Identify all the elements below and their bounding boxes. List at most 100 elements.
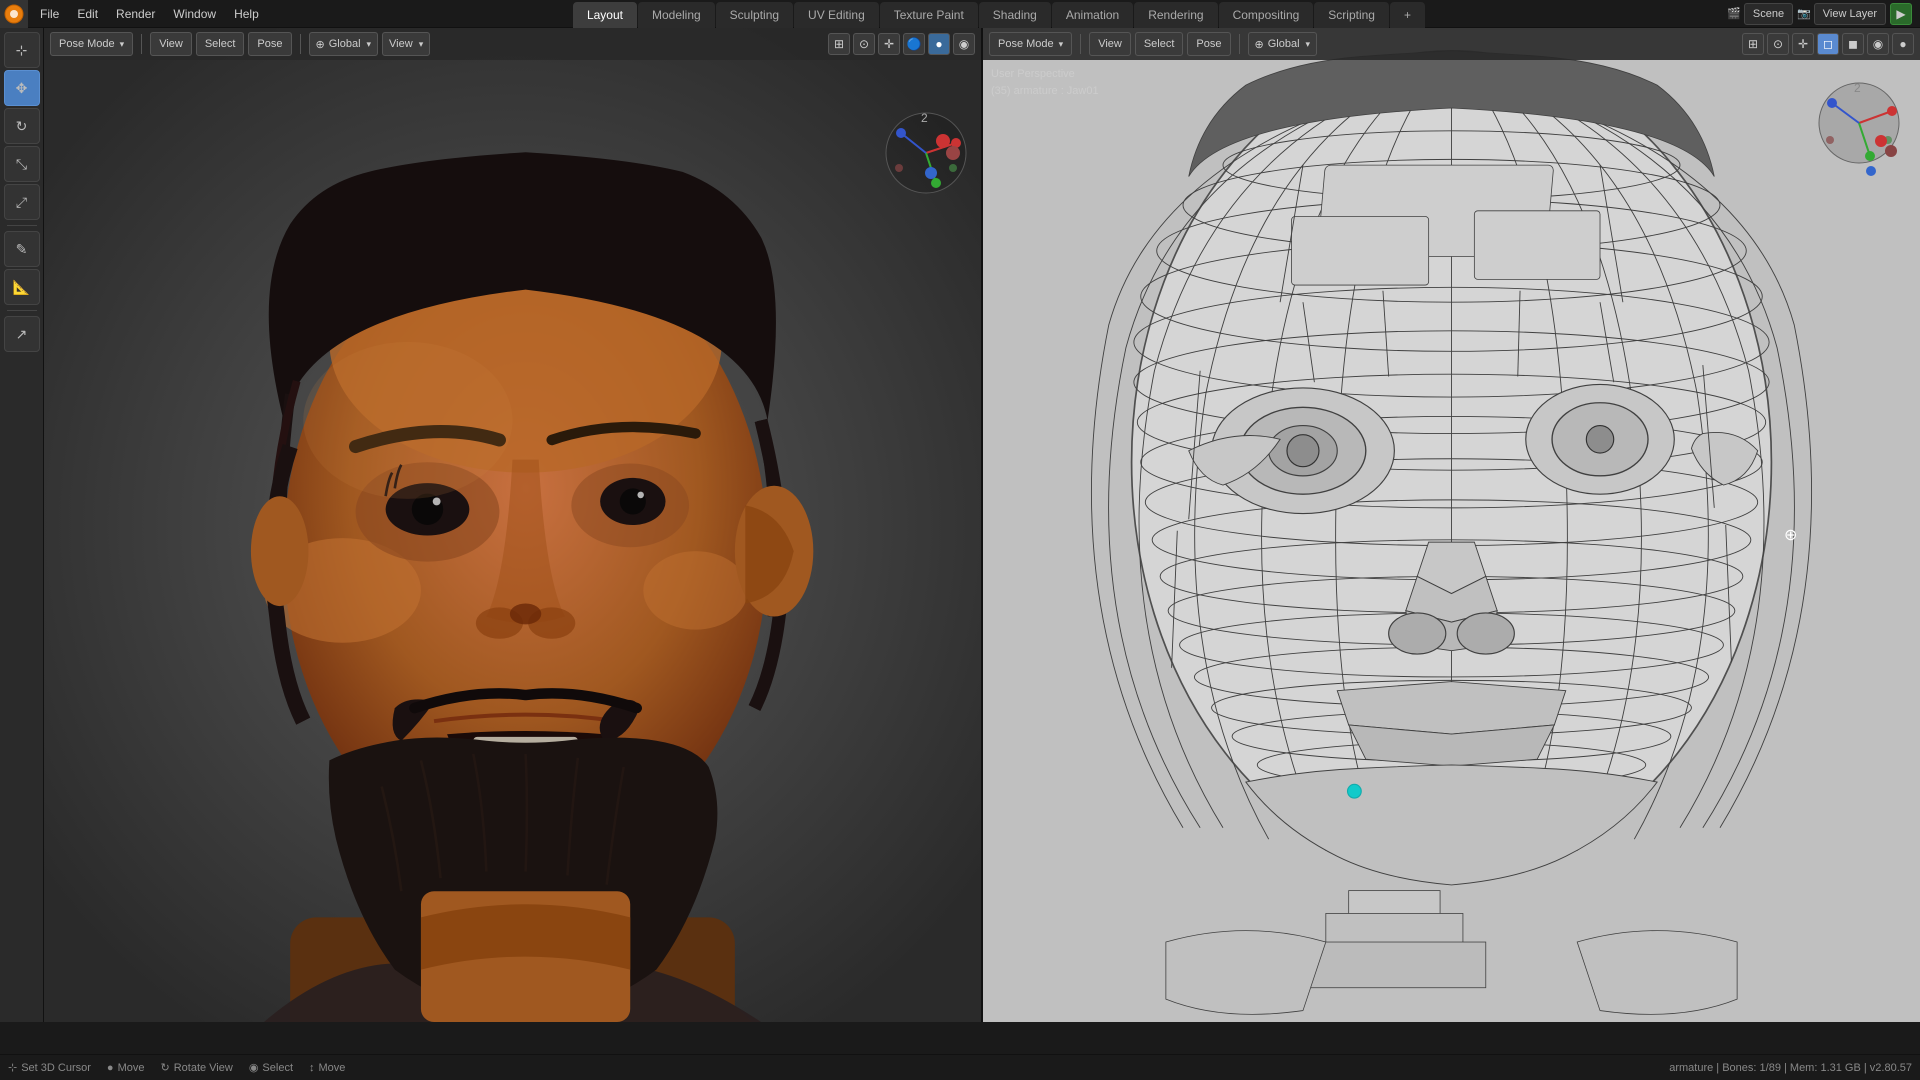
relations-tool[interactable]: ↗: [4, 316, 40, 352]
sep1: [141, 34, 142, 54]
vp-right-mode-dropdown: ▾: [1059, 39, 1064, 50]
menu-window[interactable]: Window: [165, 0, 224, 28]
vp-left-snap-btn[interactable]: View ▾: [382, 32, 430, 56]
move-status-label: Move: [118, 1062, 145, 1074]
rotate-status-label: Rotate View: [174, 1062, 233, 1074]
annotate-icon: ✎: [16, 241, 28, 258]
vp-left-pose-btn[interactable]: Pose: [248, 32, 291, 56]
vp-right-global-btn[interactable]: ⊕ Global ▾: [1248, 32, 1318, 56]
vp-left-header: Pose Mode ▾ View Select Pose ⊕ Global ▾: [44, 28, 981, 60]
global-dropdown-icon: ▾: [367, 39, 372, 50]
vp-right-grid-icon[interactable]: ⊞: [1742, 33, 1764, 55]
vp-right-subject: (35) armature : Jaw01: [991, 83, 1099, 100]
status-right-info: armature | Bones: 1/89 | Mem: 1.31 GB | …: [1669, 1062, 1912, 1074]
vp-right-sep2: [1239, 34, 1240, 54]
status-cursor: ⊹ Set 3D Cursor: [8, 1061, 91, 1074]
vp-right-wire-icon[interactable]: ◻: [1817, 33, 1839, 55]
vp-left-global-btn[interactable]: ⊕ Global ▾: [309, 32, 379, 56]
cursor-status-icon: ⊹: [8, 1061, 17, 1074]
vp-right-select-btn[interactable]: Select: [1135, 32, 1184, 56]
window-controls[interactable]: ▶: [1890, 3, 1912, 25]
main-menu: File Edit Render Window Help: [28, 0, 271, 28]
cursor-tool[interactable]: ⊹: [4, 32, 40, 68]
vp-right-solid-icon[interactable]: ◼: [1842, 33, 1864, 55]
cursor-status-label: Set 3D Cursor: [21, 1062, 91, 1074]
blender-logo: [0, 0, 28, 28]
wireframe-render: [983, 28, 1920, 1022]
svg-text:2: 2: [1854, 81, 1861, 95]
vp-right-pose-btn[interactable]: Pose: [1187, 32, 1230, 56]
view-layer-selector[interactable]: View Layer: [1814, 3, 1886, 25]
scale-tool[interactable]: ⤡: [4, 146, 40, 182]
viewport-right[interactable]: Pose Mode ▾ View Select Pose ⊕ Global ▾: [983, 28, 1920, 1022]
vp-left-mode-btn[interactable]: Pose Mode ▾: [50, 32, 133, 56]
annotate-tool[interactable]: ✎: [4, 231, 40, 267]
menu-file[interactable]: File: [32, 0, 67, 28]
vp-left-select-btn[interactable]: Select: [196, 32, 245, 56]
top-menu-bar: File Edit Render Window Help Layout Mode…: [0, 0, 1920, 28]
top-right-controls: 🎬 Scene 📷 View Layer ▶: [1727, 3, 1920, 25]
sep2: [300, 34, 301, 54]
move-tool[interactable]: ✥: [4, 70, 40, 106]
vp-left-overlay-icon[interactable]: ⊙: [853, 33, 875, 55]
menu-render[interactable]: Render: [108, 0, 163, 28]
status-rotate: ↻ Rotate View: [160, 1061, 232, 1074]
cursor-icon: ⊹: [16, 42, 28, 59]
tab-shading[interactable]: Shading: [979, 2, 1051, 28]
vp-left-grid-icon[interactable]: ⊞: [828, 33, 850, 55]
tab-rendering[interactable]: Rendering: [1134, 2, 1217, 28]
mode-dropdown-icon: ▾: [120, 39, 125, 50]
relations-icon: ↗: [16, 326, 28, 343]
vp-right-header: Pose Mode ▾ View Select Pose ⊕ Global ▾: [983, 28, 1920, 60]
vp-right-overlay-icon[interactable]: ⊙: [1767, 33, 1789, 55]
move2-status-label: Move: [319, 1062, 346, 1074]
workspace-tabs: Layout Modeling Sculpting UV Editing Tex…: [271, 0, 1727, 28]
tab-modeling[interactable]: Modeling: [638, 2, 715, 28]
viewport-left[interactable]: Pose Mode ▾ View Select Pose ⊕ Global ▾: [44, 28, 983, 1022]
status-select: ◉ Select: [249, 1061, 293, 1074]
tab-uv-editing[interactable]: UV Editing: [794, 2, 879, 28]
vp-right-info: User Perspective (35) armature : Jaw01: [991, 66, 1099, 99]
tab-sculpting[interactable]: Sculpting: [716, 2, 793, 28]
move-status-icon: ●: [107, 1062, 114, 1074]
viewport-crosshair: ⊕: [1784, 525, 1800, 541]
status-bar: ⊹ Set 3D Cursor ● Move ↻ Rotate View ◉ S…: [0, 1054, 1920, 1080]
tool-sep-1: [7, 225, 37, 226]
vp-left-gizmo-icon[interactable]: ✛: [878, 33, 900, 55]
move-icon: ✥: [16, 80, 28, 97]
tab-layout[interactable]: Layout: [573, 2, 637, 28]
transform-icon: ⤢: [16, 194, 27, 211]
vp-left-mat-icon[interactable]: ◉: [953, 33, 975, 55]
measure-tool[interactable]: 📐: [4, 269, 40, 305]
tab-scripting[interactable]: Scripting: [1314, 2, 1389, 28]
main-content: ⊹ ✥ ↻ ⤡ ⤢ ✎ 📐 ↗ Po: [0, 28, 1920, 1022]
status-move: ● Move: [107, 1062, 145, 1074]
scale-icon: ⤡: [16, 156, 27, 173]
scene-selector[interactable]: Scene: [1744, 3, 1793, 25]
vp-left-view-btn[interactable]: View: [150, 32, 192, 56]
tab-animation[interactable]: Animation: [1052, 2, 1133, 28]
rotate-status-icon: ↻: [160, 1061, 169, 1074]
vp-right-view-btn[interactable]: View: [1089, 32, 1131, 56]
vp-right-global-icon: ⊕: [1255, 38, 1264, 51]
rotate-tool[interactable]: ↻: [4, 108, 40, 144]
vp-left-snap2-icon[interactable]: 🔵: [903, 33, 925, 55]
rotate-icon: ↻: [16, 118, 28, 135]
vp-left-mode-label: Pose Mode: [59, 38, 115, 50]
select-status-label: Select: [262, 1062, 293, 1074]
tool-sep-2: [7, 310, 37, 311]
vp-right-mat-icon2[interactable]: ◉: [1867, 33, 1889, 55]
menu-edit[interactable]: Edit: [69, 0, 106, 28]
vp-right-gizmo2-icon[interactable]: ✛: [1792, 33, 1814, 55]
tab-add-workspace[interactable]: +: [1390, 2, 1425, 28]
vp-right-render-icon2[interactable]: ●: [1892, 33, 1914, 55]
select-status-icon: ◉: [249, 1061, 259, 1074]
tab-texture-paint[interactable]: Texture Paint: [880, 2, 978, 28]
transform-tool[interactable]: ⤢: [4, 184, 40, 220]
vp-right-mode-btn[interactable]: Pose Mode ▾: [989, 32, 1072, 56]
vp-left-render-icon[interactable]: ●: [928, 33, 950, 55]
snap-dropdown-icon: ▾: [419, 39, 424, 50]
tab-compositing[interactable]: Compositing: [1219, 2, 1314, 28]
vp-right-perspective: User Perspective: [991, 66, 1099, 83]
menu-help[interactable]: Help: [226, 0, 267, 28]
